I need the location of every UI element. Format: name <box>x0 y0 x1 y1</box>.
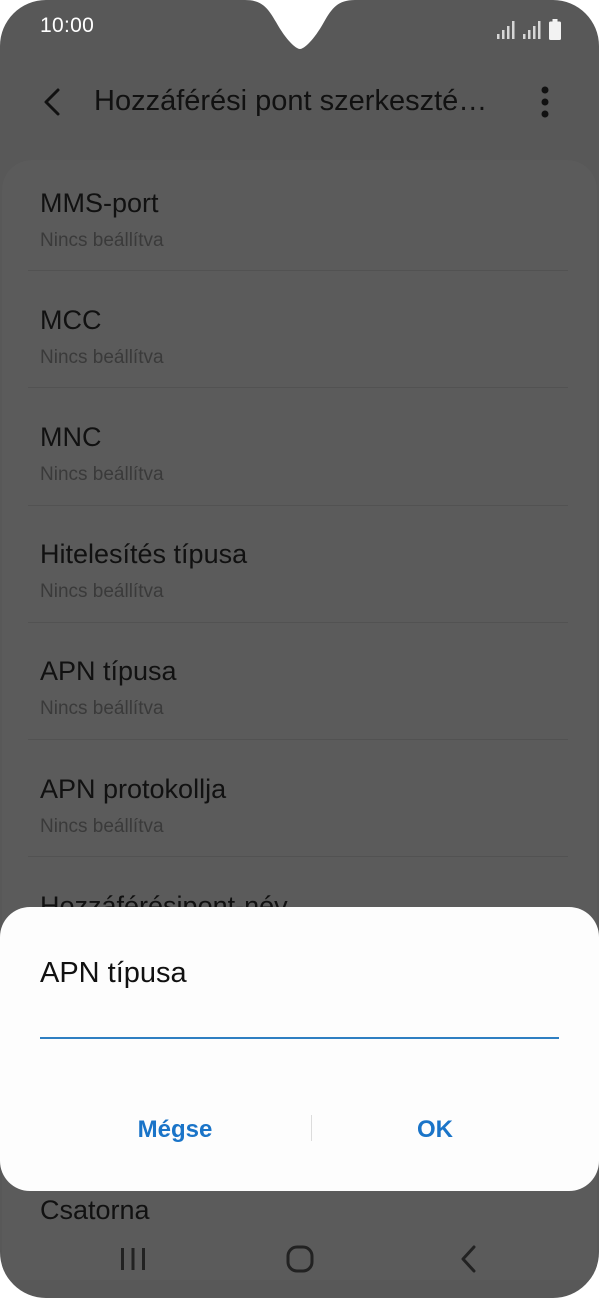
divider <box>28 270 568 271</box>
back-icon <box>461 1245 476 1273</box>
list-item-value: Nincs beállítva <box>40 347 164 368</box>
system-back-button[interactable] <box>444 1238 492 1280</box>
divider <box>28 622 568 623</box>
status-icons <box>497 16 561 40</box>
more-vert-icon <box>541 86 549 118</box>
list-item-value: Nincs beállítva <box>40 816 164 837</box>
list-item-auth-type[interactable]: Hitelesítés típusa Nincs beállítva <box>40 517 570 634</box>
list-item-mms-port[interactable]: MMS-port Nincs beállítva <box>40 166 570 283</box>
list-item-title: APN protokollja <box>40 774 227 804</box>
list-item-value: Nincs beállítva <box>40 230 164 251</box>
list-item-title: MMS-port <box>40 188 159 218</box>
back-arrow-icon <box>44 88 60 116</box>
phone-screen: 10:00 Hozzáférési pont szerkeszté… MMS-p… <box>0 0 599 1298</box>
battery-icon <box>549 19 561 40</box>
divider <box>28 505 568 506</box>
status-bar: 10:00 <box>0 0 599 56</box>
list-item-title: MCC <box>40 305 102 335</box>
list-item-mnc[interactable]: MNC Nincs beállítva <box>40 400 570 517</box>
recent-apps-icon <box>121 1248 145 1270</box>
apn-type-dialog: APN típusa Mégse OK <box>0 907 599 1191</box>
back-button[interactable] <box>34 82 74 122</box>
list-item-title: MNC <box>40 422 102 452</box>
dialog-title: APN típusa <box>40 957 187 989</box>
button-divider <box>311 1115 312 1141</box>
list-item-apn-type[interactable]: APN típusa Nincs beállítva <box>40 634 570 751</box>
navigation-bar <box>0 1228 599 1290</box>
list-item-title: Csatorna <box>40 1195 150 1225</box>
app-bar: Hozzáférési pont szerkeszté… <box>0 60 599 146</box>
signal-icon <box>497 21 515 39</box>
signal-icon <box>523 21 541 39</box>
divider <box>28 739 568 740</box>
list-item-value: Nincs beállítva <box>40 698 164 719</box>
list-item-mcc[interactable]: MCC Nincs beállítva <box>40 283 570 400</box>
list-item-value: Nincs beállítva <box>40 464 164 485</box>
page-title: Hozzáférési pont szerkeszté… <box>94 85 488 117</box>
home-button[interactable] <box>276 1238 324 1280</box>
cancel-button[interactable]: Mégse <box>55 1107 295 1153</box>
more-options-button[interactable] <box>530 82 560 122</box>
apn-type-input[interactable] <box>40 997 559 1039</box>
list-item-value: Nincs beállítva <box>40 581 164 602</box>
home-icon <box>286 1245 314 1273</box>
list-item-title: APN típusa <box>40 656 177 686</box>
divider <box>28 856 568 857</box>
status-time: 10:00 <box>40 14 95 37</box>
list-item-title: Hitelesítés típusa <box>40 539 248 569</box>
list-item-apn-protocol[interactable]: APN protokollja Nincs beállítva <box>40 752 570 869</box>
recent-apps-button[interactable] <box>109 1238 157 1280</box>
divider <box>28 387 568 388</box>
ok-button[interactable]: OK <box>315 1107 555 1153</box>
